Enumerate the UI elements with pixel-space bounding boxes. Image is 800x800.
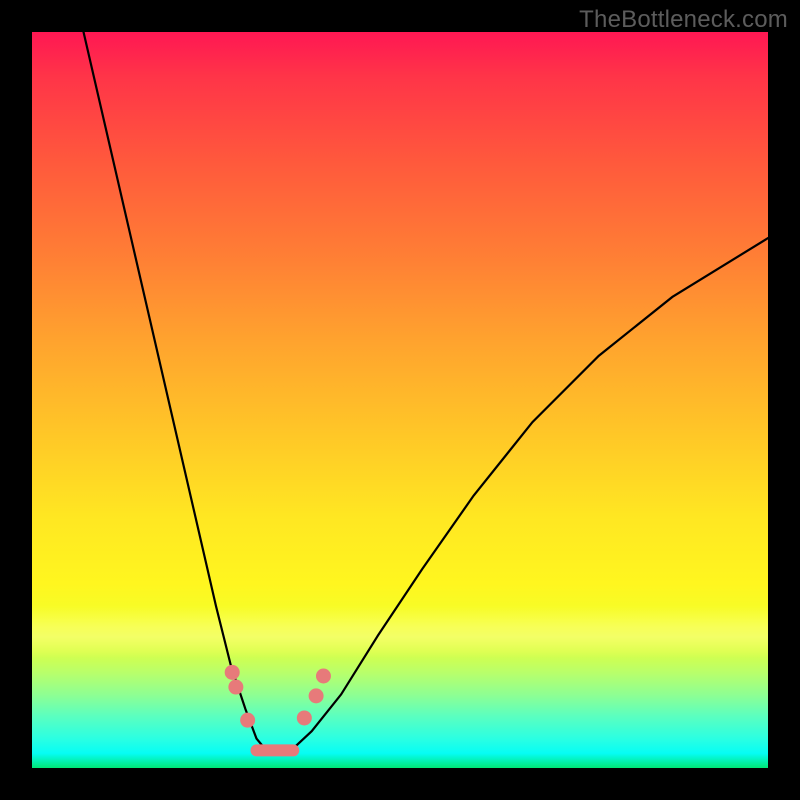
- chart-frame: TheBottleneck.com: [0, 0, 800, 800]
- curve-marker: [240, 713, 255, 728]
- curve-marker: [228, 680, 243, 695]
- watermark-text: TheBottleneck.com: [579, 6, 788, 34]
- bottleneck-curve: [84, 32, 768, 753]
- curve-marker: [309, 688, 324, 703]
- curve-marker: [225, 665, 240, 680]
- curve-marker: [297, 710, 312, 725]
- plot-area: [32, 32, 768, 768]
- curve-marker: [316, 669, 331, 684]
- curve-layer: [32, 32, 768, 768]
